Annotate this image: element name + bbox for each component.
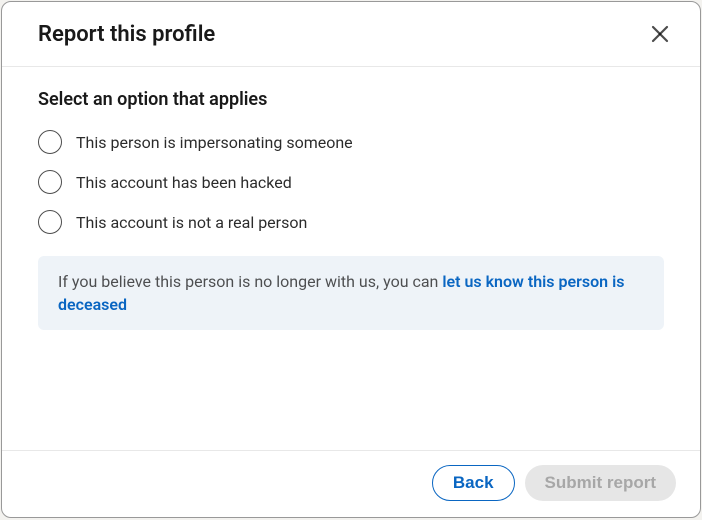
modal-body: Select an option that applies This perso… xyxy=(2,67,700,450)
radio-icon xyxy=(38,210,62,234)
modal-title: Report this profile xyxy=(38,22,215,47)
report-profile-modal: Report this profile Select an option tha… xyxy=(1,1,701,518)
back-button[interactable]: Back xyxy=(432,465,515,501)
modal-header: Report this profile xyxy=(2,2,700,67)
modal-footer: Back Submit report xyxy=(2,450,700,517)
option-impersonating[interactable]: This person is impersonating someone xyxy=(38,130,664,154)
instruction-text: Select an option that applies xyxy=(38,89,664,110)
close-button[interactable] xyxy=(642,16,678,52)
info-prefix-text: If you believe this person is no longer … xyxy=(58,272,442,291)
option-hacked[interactable]: This account has been hacked xyxy=(38,170,664,194)
close-icon xyxy=(648,22,672,46)
option-label: This account has been hacked xyxy=(76,173,292,192)
deceased-info-box: If you believe this person is no longer … xyxy=(38,256,664,330)
radio-icon xyxy=(38,170,62,194)
option-label: This person is impersonating someone xyxy=(76,133,353,152)
option-label: This account is not a real person xyxy=(76,213,307,232)
option-not-real-person[interactable]: This account is not a real person xyxy=(38,210,664,234)
radio-icon xyxy=(38,130,62,154)
submit-report-button[interactable]: Submit report xyxy=(525,465,676,501)
